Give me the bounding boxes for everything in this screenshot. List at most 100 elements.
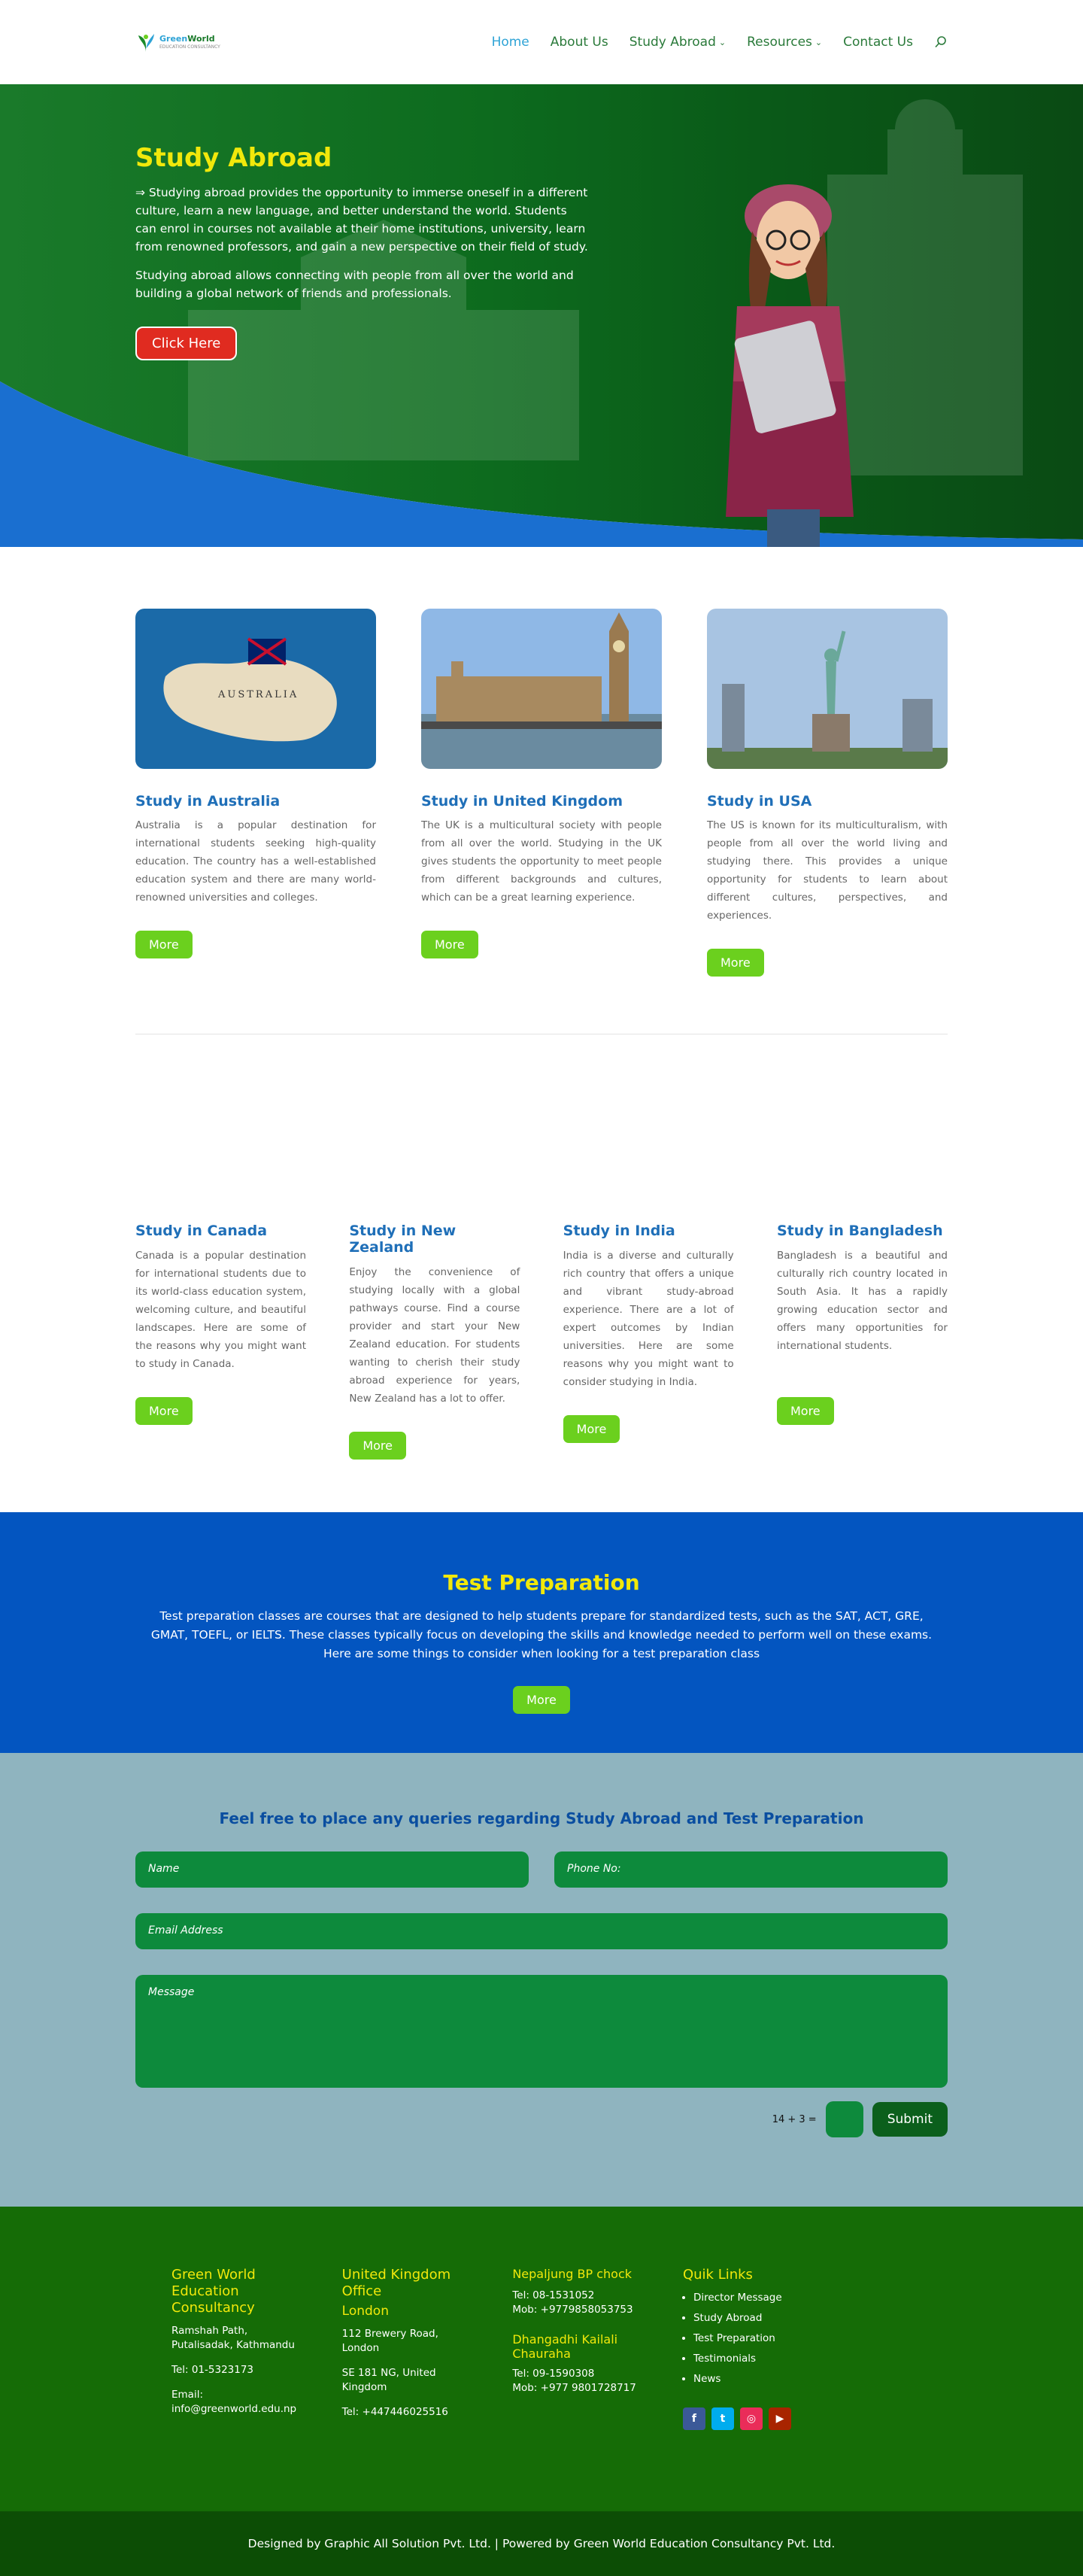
nav-resources[interactable]: Resources ⌄ xyxy=(747,35,822,50)
footer-mob: Mob: +9779858053753 xyxy=(512,2304,633,2316)
card-united-kingdom: Study in United Kingdom The UK is a mult… xyxy=(421,609,662,977)
card-text: The UK is a multicultural society with p… xyxy=(421,819,662,904)
card-title[interactable]: Study in Bangladesh xyxy=(777,1223,948,1239)
card-title[interactable]: Study in Canada xyxy=(135,1223,306,1239)
footer-col-uk-office: United Kingdom Office London 112 Brewery… xyxy=(342,2267,474,2430)
name-input[interactable]: Name xyxy=(135,1852,529,1888)
footer-col-quick-links: Quik Links Director Message Study Abroad… xyxy=(682,2267,815,2430)
card-usa: Study in USA The US is known for its mul… xyxy=(707,609,948,977)
email-input[interactable]: Email Address xyxy=(135,1913,948,1949)
message-textarea[interactable]: Message xyxy=(135,1975,948,2088)
test-prep-title: Test Preparation xyxy=(443,1570,640,1595)
social-links: f t ◎ ▶ xyxy=(682,2407,815,2430)
card-bangladesh: Study in Bangladesh Bangladesh is a beau… xyxy=(776,1223,948,1460)
svg-text:AUSTRALIA: AUSTRALIA xyxy=(217,689,299,700)
facebook-icon[interactable]: f xyxy=(682,2407,705,2430)
statue-of-liberty-image xyxy=(707,609,948,769)
footer-tel: Tel: +447446025516 xyxy=(341,2406,448,2418)
footer-heading: Dhangadhi Kailali Chauraha xyxy=(512,2332,618,2361)
enquiry-form-section: Feel free to place any queries regarding… xyxy=(0,1753,1083,2207)
london-parliament-image xyxy=(421,609,662,769)
phone-input[interactable]: Phone No: xyxy=(554,1852,948,1888)
footer-mob: Mob: +977 9801728717 xyxy=(512,2382,636,2394)
hero-title: Study Abroad xyxy=(135,143,332,173)
more-button[interactable]: More xyxy=(707,949,764,977)
footer-address: SE 181 NG, United Kingdom xyxy=(341,2367,436,2393)
nav-contact-us[interactable]: Contact Us xyxy=(843,35,913,50)
instagram-icon[interactable]: ◎ xyxy=(739,2407,763,2430)
card-title[interactable]: Study in India xyxy=(563,1223,734,1239)
quick-link-director-message[interactable]: Director Message xyxy=(693,2291,815,2305)
card-text: Australia is a popular destination for i… xyxy=(135,819,376,904)
hero-section: Study Abroad ⇒ Studying abroad provides … xyxy=(0,84,1083,547)
click-here-button[interactable]: Click Here xyxy=(135,327,238,360)
chevron-down-icon: ⌄ xyxy=(718,37,727,47)
footer-address: Ramshah Path, Putalisadak, Kathmandu xyxy=(171,2325,295,2351)
footer-subheading: London xyxy=(341,2304,389,2319)
logo-subtitle: EDUCATION CONSULTANCY xyxy=(159,44,220,50)
card-title[interactable]: Study in Australia xyxy=(135,793,376,810)
more-button[interactable]: More xyxy=(135,931,193,958)
twitter-icon[interactable]: t xyxy=(711,2407,734,2430)
footer-email-link[interactable]: info@greenworld.edu.np xyxy=(171,2403,296,2415)
australia-map-image: AUSTRALIA xyxy=(135,609,376,769)
copyright-bar: Designed by Graphic All Solution Pvt. Lt… xyxy=(0,2511,1083,2576)
quick-link-testimonials[interactable]: Testimonials xyxy=(693,2352,815,2366)
form-title: Feel free to place any queries regarding… xyxy=(219,1809,864,1827)
submit-button[interactable]: Submit xyxy=(872,2102,948,2137)
nav-contact-label: Contact Us xyxy=(843,35,913,50)
footer-email-label: Email: xyxy=(171,2389,204,2401)
footer-heading: Nepaljung BP chock xyxy=(512,2267,632,2281)
youtube-icon[interactable]: ▶ xyxy=(768,2407,791,2430)
site-header: GreenWorld EDUCATION CONSULTANCY Home Ab… xyxy=(0,0,1083,84)
card-title[interactable]: Study in USA xyxy=(707,793,948,810)
footer-col-head-office: Green World Education Consultancy Ramsha… xyxy=(171,2267,303,2430)
more-button[interactable]: More xyxy=(776,1397,834,1425)
nav-study-abroad-label: Study Abroad xyxy=(629,35,716,50)
captcha-input[interactable] xyxy=(825,2101,863,2137)
search-icon[interactable] xyxy=(934,35,948,49)
quick-links-list: Director Message Study Abroad Test Prepa… xyxy=(683,2291,815,2386)
quick-link-news[interactable]: News xyxy=(693,2372,815,2386)
nav-about-label: About Us xyxy=(550,35,608,50)
more-button[interactable]: More xyxy=(563,1415,620,1443)
hero-paragraph-1: ⇒ Studying abroad provides the opportuni… xyxy=(135,186,588,254)
nav-study-abroad[interactable]: Study Abroad ⌄ xyxy=(629,35,726,50)
card-text: The US is known for its multiculturalism… xyxy=(707,819,948,922)
footer-heading: United Kingdom Office xyxy=(341,2267,451,2299)
more-button[interactable]: More xyxy=(135,1397,193,1425)
captcha-question: 14 + 3 = xyxy=(772,2113,817,2125)
logo-leaf-icon xyxy=(138,34,154,52)
footer-heading: Green World Education Consultancy xyxy=(171,2267,256,2316)
nav-home[interactable]: Home xyxy=(492,35,529,50)
quick-link-test-preparation[interactable]: Test Preparation xyxy=(693,2331,815,2346)
card-title[interactable]: Study in New Zealand xyxy=(349,1223,520,1256)
card-text: India is a diverse and culturally rich c… xyxy=(563,1250,734,1388)
quick-link-study-abroad[interactable]: Study Abroad xyxy=(693,2311,815,2325)
card-text: Enjoy the convenience of studying locall… xyxy=(349,1266,520,1405)
card-india: Study in India India is a diverse and cu… xyxy=(563,1223,734,1460)
destinations-section: AUSTRALIA Study in Australia Australia i… xyxy=(0,547,1083,1034)
more-button[interactable]: More xyxy=(349,1432,406,1460)
copyright-text: Designed by Graphic All Solution Pvt. Lt… xyxy=(247,2537,836,2550)
test-prep-text: Test preparation classes are courses tha… xyxy=(150,1609,933,1660)
more-button[interactable]: More xyxy=(421,931,478,958)
hero-paragraph-2: Studying abroad allows connecting with p… xyxy=(135,269,574,300)
more-destinations-section: Study in Canada Canada is a popular dest… xyxy=(0,1034,1083,1512)
student-photo xyxy=(726,184,854,547)
main-nav: Home About Us Study Abroad ⌄ Resources ⌄ C… xyxy=(492,35,948,50)
card-new-zealand: Study in New Zealand Enjoy the convenien… xyxy=(349,1223,520,1460)
nav-about-us[interactable]: About Us xyxy=(551,35,608,50)
chevron-down-icon: ⌄ xyxy=(815,37,823,47)
card-title[interactable]: Study in United Kingdom xyxy=(421,793,662,810)
footer-heading: Quik Links xyxy=(682,2267,753,2283)
hero-content: Study Abroad ⇒ Studying abroad provides … xyxy=(135,143,590,360)
site-logo[interactable]: GreenWorld EDUCATION CONSULTANCY xyxy=(135,20,220,65)
test-prep-more-button[interactable]: More xyxy=(513,1686,570,1714)
card-text: Canada is a popular destination for inte… xyxy=(135,1250,306,1370)
test-preparation-section: Test Preparation Test preparation classe… xyxy=(0,1512,1083,1753)
card-australia: AUSTRALIA Study in Australia Australia i… xyxy=(135,609,376,977)
footer-tel: Tel: 01-5323173 xyxy=(171,2364,254,2376)
footer-tel: Tel: 08-1531052 xyxy=(512,2289,595,2301)
nav-home-label: Home xyxy=(491,35,529,50)
